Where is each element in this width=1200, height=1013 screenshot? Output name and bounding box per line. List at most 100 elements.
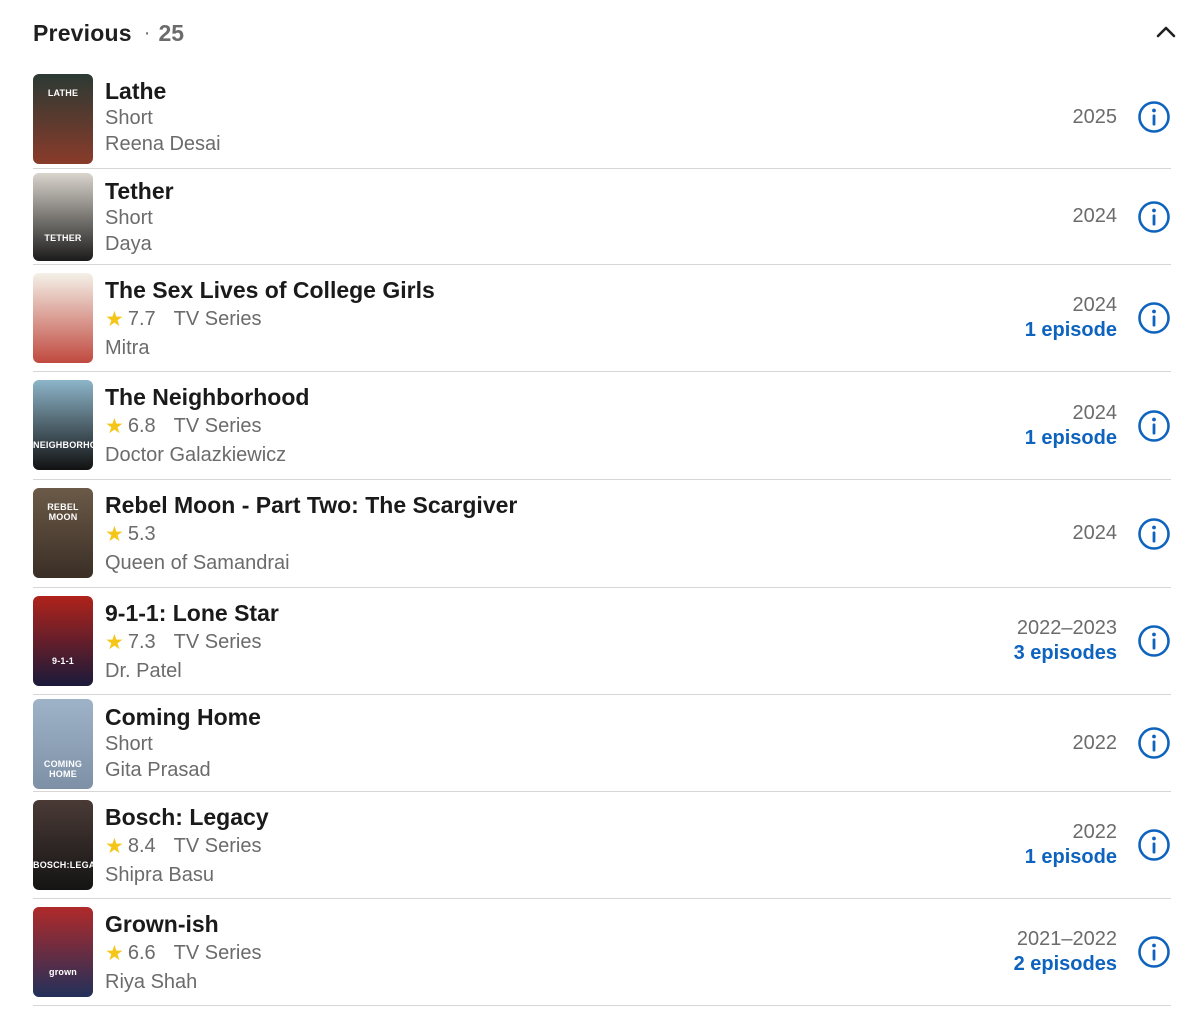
title-metadata: ★ 7.3 TV Series [105,627,1014,658]
poster-text: REBEL MOON [47,502,79,522]
episodes-link[interactable]: 1 episode [1025,318,1117,343]
star-icon: ★ [105,523,124,546]
rating-value: 6.6 [127,941,156,964]
release-years: 2024 [1072,522,1118,544]
poster-image[interactable]: NEIGHBORHOOD [33,380,93,470]
poster-image[interactable]: grown [33,907,93,997]
title-type: Short [105,733,153,755]
poster-image[interactable]: BOSCH:LEGACY [33,800,93,890]
credit-meta: 2024 [1073,169,1172,264]
credit-meta: 2024 1 episode [1025,372,1171,479]
info-button[interactable] [1137,409,1171,443]
credits-list: LATHE Lathe Short Reena Desai 2025 TETHER Teth… [33,66,1171,1006]
star-icon: ★ [105,307,124,331]
info-icon [1138,302,1170,334]
poster-image[interactable] [33,273,93,363]
info-button[interactable] [1137,624,1171,658]
info-button[interactable] [1137,726,1171,760]
title-link[interactable]: Grown-ish [105,910,1014,938]
release-years: 2025 [1072,105,1118,128]
release-years: 2021–2022 [1016,928,1117,950]
credit-info: Rebel Moon - Part Two: The Scargiver ★ 5.3… [105,480,1073,587]
star-icon: ★ [105,415,124,438]
title-type: TV Series [173,630,262,653]
title-type: TV Series [173,834,262,857]
credit-row[interactable]: NEIGHBORHOOD The Neighborhood ★6.8 TV Serie… [33,372,1171,480]
credit-info: Lathe Short Reena Desai [105,66,1073,168]
poster-text: COMING HOME [43,759,83,779]
title-link[interactable]: 9-1-1: Lone Star [105,599,1014,627]
poster-image[interactable]: TETHER [33,173,93,261]
title-type: TV Series [173,941,262,964]
year-block: 2024 [1073,521,1118,546]
info-icon [1138,517,1170,550]
credit-row[interactable]: TETHER Tether Short Daya 2024 [33,169,1171,265]
poster-text: NEIGHBORHOOD [33,440,93,450]
credit-info: 9-1-1: Lone Star ★ 7.3 TV Series Dr. Patel [105,588,1014,694]
rating-value: 7.3 [127,630,156,653]
credit-row[interactable]: The Sex Lives of College Girls ★ 7.7 TV Ser… [33,265,1171,372]
info-button[interactable] [1137,200,1171,234]
year-block: 2022–2023 3 episodes [1014,616,1117,666]
release-years: 2022–2023 [1016,617,1117,639]
credit-row[interactable]: COMING HOME Coming Home Short Gita Prasad 20… [33,695,1171,792]
release-years: 2022 [1072,821,1118,843]
poster-image[interactable]: COMING HOME [33,699,93,789]
info-icon [1138,829,1170,861]
credit-row[interactable]: LATHE Lathe Short Reena Desai 2025 [33,66,1171,169]
character-name: Dr. Patel [105,659,182,682]
title-link[interactable]: Lathe [105,77,1073,105]
poster-image[interactable]: LATHE [33,74,93,164]
credit-row[interactable]: REBEL MOON Rebel Moon - Part Two: The Sca… [33,480,1171,588]
title-metadata: ★ 6.6 TV Series [105,938,1014,969]
character-name: Gita Prasad [105,759,211,781]
credit-row[interactable]: 9-1-1 9-1-1: Lone Star ★ 7.3 TV Series Dr. Pa… [33,588,1171,695]
year-block: 2025 [1073,105,1118,130]
character-name: Riya Shah [105,970,198,993]
info-button[interactable] [1137,935,1171,969]
poster-text: LATHE [47,88,79,98]
title-link[interactable]: Rebel Moon - Part Two: The Scargiver [105,491,1073,519]
chevron-up-icon [1156,26,1176,38]
episodes-link[interactable]: 3 episodes [1014,641,1117,666]
character-name: Shipra Basu [105,863,214,886]
title-link[interactable]: Coming Home [105,703,1073,731]
character-name: Daya [105,232,152,255]
credit-info: Grown-ish ★ 6.6 TV Series Riya Shah [105,899,1014,1005]
character-name: Mitra [105,336,150,359]
title-link[interactable]: The Sex Lives of College Girls [105,276,1025,304]
info-button[interactable] [1137,301,1171,335]
credit-info: Bosch: Legacy ★ 8.4 TV Series Shipra Basu [105,792,1025,898]
title-metadata: ★ 5.3 [105,519,1073,550]
section-header: Previous · 25 [0,0,1200,66]
credit-info: The Neighborhood ★ 6.8 TV Series Doctor Gala… [105,372,1025,479]
year-block: 2022 [1073,731,1118,756]
episodes-link[interactable]: 2 episodes [1014,952,1117,977]
title-metadata: Short [105,205,1073,231]
credit-info: Coming Home Short Gita Prasad [105,695,1073,791]
poster-text: BOSCH:LEGACY [33,860,93,870]
credit-info: The Sex Lives of College Girls ★ 7.7 TV Ser… [105,265,1025,371]
character-name: Doctor Galazkiewicz [105,444,287,466]
title-type: TV Series [173,415,262,437]
credit-row[interactable]: BOSCH:LEGACY Bosch: Legacy ★8.4 TV Series Sh… [33,792,1171,899]
info-button[interactable] [1137,828,1171,862]
title-link[interactable]: The Neighborhood [105,383,1025,411]
title-link[interactable]: Tether [105,177,1073,205]
credit-meta: 2022 [1073,695,1172,791]
section-title: Previous [33,19,132,46]
credit-row[interactable]: grown Grown-ish ★ 6.6 TV Series Riya Shah 2021… [33,899,1171,1006]
info-icon [1138,727,1170,759]
info-button[interactable] [1137,517,1171,551]
poster-image[interactable]: 9-1-1 [33,596,93,686]
episodes-link[interactable]: 1 episode [1025,426,1117,451]
episodes-link[interactable]: 1 episode [1025,845,1117,870]
release-years: 2024 [1072,294,1118,316]
title-link[interactable]: Bosch: Legacy [105,803,1025,831]
collapse-button[interactable] [1154,19,1178,43]
info-icon [1138,409,1170,442]
credit-meta: 2025 [1073,66,1172,168]
info-button[interactable] [1137,100,1171,134]
character-name: Queen of Samandrai [105,552,290,574]
poster-image[interactable]: REBEL MOON [33,488,93,578]
